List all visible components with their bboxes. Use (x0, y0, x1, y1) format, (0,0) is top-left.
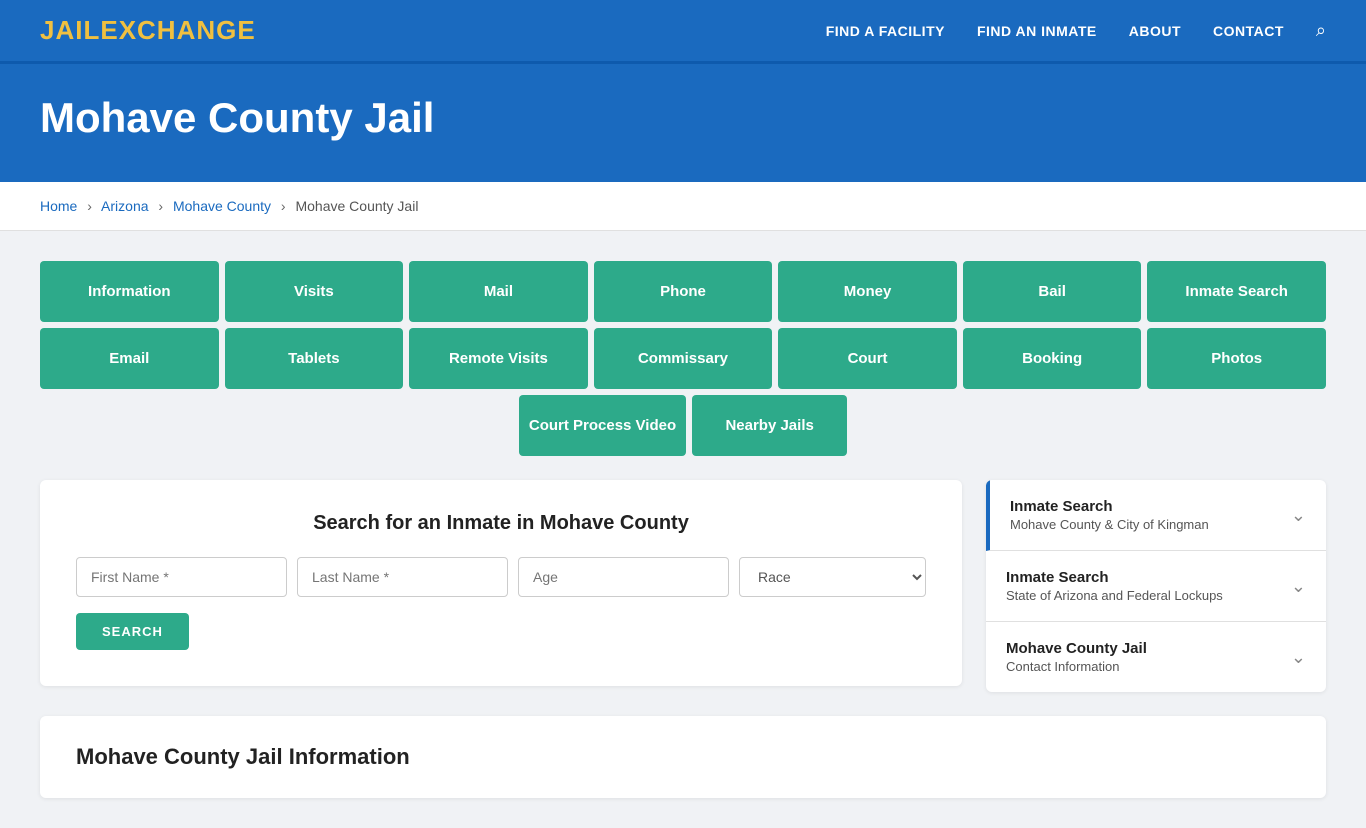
breadcrumb: Home › Arizona › Mohave County › Mohave … (0, 182, 1366, 231)
sidebar-item-text-1: Inmate Search Mohave County & City of Ki… (1010, 498, 1209, 532)
btn-tablets[interactable]: Tablets (225, 328, 404, 389)
btn-court[interactable]: Court (778, 328, 957, 389)
btn-nearby-jails[interactable]: Nearby Jails (692, 395, 847, 456)
nav-links: FIND A FACILITY FIND AN INMATE ABOUT CON… (826, 20, 1326, 41)
page-title: Mohave County Jail (40, 94, 1326, 142)
race-select[interactable]: Race White Black Hispanic Asian Other (739, 557, 926, 597)
search-inputs-row: Race White Black Hispanic Asian Other (76, 557, 926, 597)
inmate-search-form: Search for an Inmate in Mohave County Ra… (40, 480, 962, 686)
btn-mail[interactable]: Mail (409, 261, 588, 322)
btn-commissary[interactable]: Commissary (594, 328, 773, 389)
breadcrumb-sep-1: › (87, 198, 92, 214)
nav-find-facility[interactable]: FIND A FACILITY (826, 23, 945, 39)
search-form-title: Search for an Inmate in Mohave County (76, 512, 926, 535)
site-logo[interactable]: JAILEXCHANGE (40, 15, 256, 46)
sidebar-item-subtitle-3: Contact Information (1006, 659, 1147, 674)
age-input[interactable] (518, 557, 729, 597)
btn-phone[interactable]: Phone (594, 261, 773, 322)
sidebar-item-contact-info[interactable]: Mohave County Jail Contact Information ⌄ (986, 622, 1326, 692)
btn-information[interactable]: Information (40, 261, 219, 322)
sidebar-item-title-1: Inmate Search (1010, 498, 1209, 515)
breadcrumb-mohave-county[interactable]: Mohave County (173, 198, 271, 214)
chevron-down-icon-1: ⌄ (1291, 505, 1306, 526)
btn-photos[interactable]: Photos (1147, 328, 1326, 389)
nav-contact[interactable]: CONTACT (1213, 23, 1284, 39)
sidebar-item-inmate-search-mohave[interactable]: Inmate Search Mohave County & City of Ki… (986, 480, 1326, 551)
logo-exchange-e: E (100, 15, 118, 45)
last-name-input[interactable] (297, 557, 508, 597)
search-button[interactable]: SEARCH (76, 613, 189, 650)
breadcrumb-sep-3: › (281, 198, 286, 214)
first-name-input[interactable] (76, 557, 287, 597)
sidebar-item-subtitle-2: State of Arizona and Federal Lockups (1006, 588, 1223, 603)
sidebar: Inmate Search Mohave County & City of Ki… (986, 480, 1326, 692)
sidebar-item-title-3: Mohave County Jail (1006, 640, 1147, 657)
breadcrumb-home[interactable]: Home (40, 198, 77, 214)
sidebar-item-title-2: Inmate Search (1006, 569, 1223, 586)
main-area: Information Visits Mail Phone Money Bail… (0, 231, 1366, 828)
sidebar-item-text-2: Inmate Search State of Arizona and Feder… (1006, 569, 1223, 603)
bottom-section: Mohave County Jail Information (40, 716, 1326, 798)
btn-remote-visits[interactable]: Remote Visits (409, 328, 588, 389)
sidebar-item-text-3: Mohave County Jail Contact Information (1006, 640, 1147, 674)
breadcrumb-current: Mohave County Jail (295, 198, 418, 214)
search-icon[interactable]: ⌕ (1316, 20, 1326, 41)
btn-booking[interactable]: Booking (963, 328, 1142, 389)
nav-find-inmate[interactable]: FIND AN INMATE (977, 23, 1097, 39)
sidebar-item-subtitle-1: Mohave County & City of Kingman (1010, 517, 1209, 532)
chevron-down-icon-3: ⌄ (1291, 647, 1306, 668)
button-grid-row1: Information Visits Mail Phone Money Bail… (40, 261, 1326, 322)
chevron-down-icon-2: ⌄ (1291, 576, 1306, 597)
hero-section: Mohave County Jail (0, 64, 1366, 182)
btn-bail[interactable]: Bail (963, 261, 1142, 322)
sidebar-item-inmate-search-arizona[interactable]: Inmate Search State of Arizona and Feder… (986, 551, 1326, 622)
logo-jail: JAIL (40, 15, 100, 45)
button-grid-row3: Court Process Video Nearby Jails (40, 395, 1326, 456)
btn-inmate-search[interactable]: Inmate Search (1147, 261, 1326, 322)
btn-email[interactable]: Email (40, 328, 219, 389)
logo-exchange-rest: XCHANGE (119, 15, 256, 45)
breadcrumb-sep-2: › (158, 198, 163, 214)
content-row: Search for an Inmate in Mohave County Ra… (40, 480, 1326, 692)
btn-court-process-video[interactable]: Court Process Video (519, 395, 686, 456)
nav-about[interactable]: ABOUT (1129, 23, 1181, 39)
breadcrumb-arizona[interactable]: Arizona (101, 198, 148, 214)
btn-money[interactable]: Money (778, 261, 957, 322)
navbar: JAILEXCHANGE FIND A FACILITY FIND AN INM… (0, 0, 1366, 64)
bottom-section-title: Mohave County Jail Information (76, 744, 1290, 770)
button-grid-row2: Email Tablets Remote Visits Commissary C… (40, 328, 1326, 389)
btn-visits[interactable]: Visits (225, 261, 404, 322)
